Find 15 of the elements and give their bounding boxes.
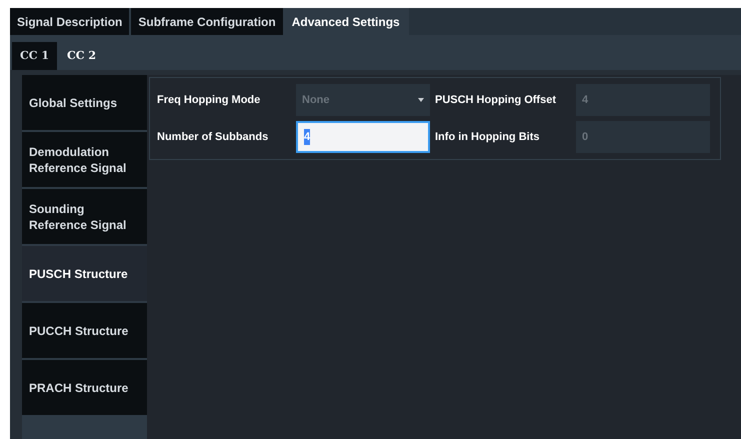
sidebar-item[interactable]: PUSCH Structure — [22, 246, 147, 301]
field-label: PUSCH Hopping Offset — [434, 92, 557, 108]
tab[interactable]: Subframe Configuration — [131, 8, 283, 35]
field-label: Info in Hopping Bits — [434, 130, 540, 145]
sidebar-item[interactable]: PRACH Structure — [22, 360, 147, 415]
field-label: Freq Hopping Mode — [156, 92, 262, 108]
field-label: Number of Subbands — [156, 130, 270, 145]
caret-icon — [418, 98, 424, 102]
input-field[interactable]: 4 — [296, 121, 430, 153]
sidebar-item[interactable]: Sounding Reference Signal — [22, 189, 147, 244]
tab[interactable]: Signal Description — [10, 8, 130, 35]
sidebar-item[interactable]: Global Settings — [22, 75, 147, 130]
tab[interactable]: CC 1 — [12, 42, 57, 70]
sidebar-item[interactable]: PUCCH Structure — [22, 303, 147, 358]
sidebar-item[interactable]: Demodulation Reference Signal — [22, 132, 147, 187]
